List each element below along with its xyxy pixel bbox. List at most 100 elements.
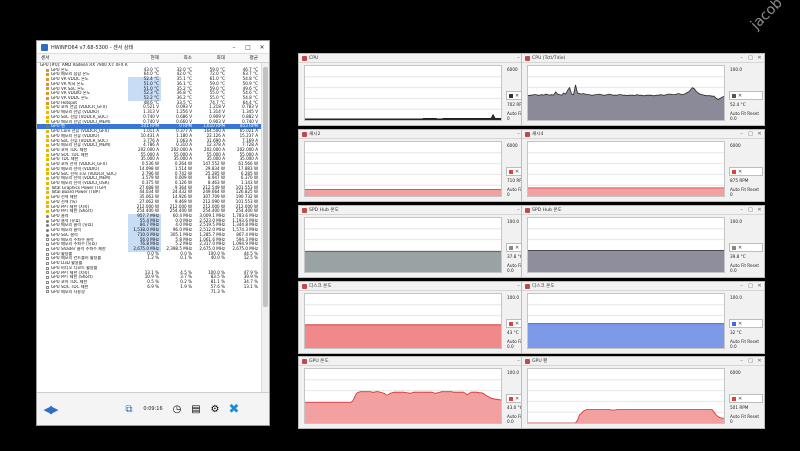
- gauge-icon: [46, 290, 49, 294]
- graph-max: 100.0: [730, 67, 742, 72]
- maximize-icon[interactable]: □: [746, 283, 755, 289]
- series-swatch[interactable]: [509, 169, 513, 174]
- navigate-arrows-icon[interactable]: ◀▶: [39, 401, 61, 417]
- sensor-list[interactable]: GPU [#0]: AMD Radeon RX 7900 XT: XFX RX …: [37, 63, 262, 393]
- graph-app-icon: [525, 283, 530, 289]
- maximize-icon[interactable]: □: [746, 358, 755, 364]
- series-swatch[interactable]: [509, 93, 513, 98]
- graph-svg: [305, 379, 501, 423]
- graph-titlebar[interactable]: 섀시4 – □ ✕: [522, 130, 764, 139]
- col-max[interactable]: 최대: [194, 54, 227, 62]
- clock-icon[interactable]: ◷: [169, 401, 185, 417]
- vertical-scrollbar[interactable]: [261, 63, 269, 393]
- minimize-icon[interactable]: –: [737, 207, 746, 213]
- graph-app-icon: [525, 55, 530, 61]
- color-picker[interactable]: ✕: [729, 394, 763, 403]
- graph-panel: CPU–□✕6000✕702 RPMAuto Fit Reset0: [298, 53, 542, 126]
- remove-icon[interactable]: ✕: [738, 321, 742, 327]
- settings-icon[interactable]: ⚙: [207, 401, 223, 417]
- graph-titlebar[interactable]: 디스크 온도–□✕: [299, 282, 541, 291]
- graph-titlebar[interactable]: SPD Hub 온도–□✕: [522, 206, 764, 215]
- col-sensor[interactable]: 센서: [37, 54, 128, 62]
- graph-max: 6000: [507, 143, 518, 148]
- column-header: 센서 현재 최소 최대 평균: [37, 54, 269, 63]
- gauge-icon: [46, 243, 49, 247]
- window-titlebar[interactable]: HWiNFO64 v7.68-5300 - 센서 상태 – □ ✕: [37, 41, 269, 54]
- voltage-icon: [46, 172, 49, 176]
- graph-titlebar[interactable]: GPU 온도–□✕: [299, 357, 541, 366]
- col-min[interactable]: 최소: [161, 54, 194, 62]
- graph-title: 디스크 온도: [309, 284, 332, 289]
- series-swatch[interactable]: [732, 93, 736, 98]
- graph-plot: [527, 65, 725, 121]
- graph-titlebar[interactable]: 디스크 온도 –□✕: [522, 282, 764, 291]
- gauge-icon: [46, 238, 49, 242]
- network-icon[interactable]: ⧉: [121, 401, 137, 417]
- gauge-icon: [46, 276, 49, 280]
- voltage-icon: [46, 120, 49, 124]
- color-picker[interactable]: ✕: [729, 167, 763, 176]
- color-picker[interactable]: ✕: [729, 243, 763, 252]
- gauge-icon: [46, 262, 49, 266]
- graph-max: 100.0: [507, 295, 519, 300]
- close-icon[interactable]: ✕: [255, 44, 269, 51]
- graph-titlebar[interactable]: GPU 팬 – □ ✕: [522, 357, 764, 366]
- series-swatch[interactable]: [509, 321, 513, 326]
- remove-icon[interactable]: ✕: [738, 245, 742, 251]
- series-swatch[interactable]: [732, 245, 736, 250]
- value-current: [128, 290, 161, 295]
- series-swatch[interactable]: [509, 245, 513, 250]
- sensor-row[interactable]: GPU 메모리 사용량 71.3 %: [37, 289, 262, 295]
- remove-icon[interactable]: ✕: [738, 93, 742, 99]
- remove-icon[interactable]: ✕: [515, 245, 519, 251]
- series-swatch[interactable]: [732, 321, 736, 326]
- graph-titlebar[interactable]: SPD Hub 온도–□✕: [299, 206, 541, 215]
- col-current[interactable]: 현재: [128, 54, 161, 62]
- color-picker[interactable]: ✕: [729, 91, 763, 100]
- remove-icon[interactable]: ✕: [738, 396, 742, 402]
- series-area: [305, 324, 501, 348]
- autofit-reset-buttons[interactable]: Auto Fit Reset: [730, 187, 759, 192]
- graph-sidebar: 100.0 ✕ 32 °C Auto Fit Reset 0.0: [728, 293, 764, 349]
- remove-icon[interactable]: ✕: [515, 169, 519, 175]
- remove-icon[interactable]: ✕: [515, 93, 519, 99]
- maximize-icon[interactable]: □: [241, 44, 255, 51]
- thermometer-icon: [46, 78, 49, 82]
- remove-icon[interactable]: ✕: [738, 169, 742, 175]
- close-sensors-icon[interactable]: ✖: [226, 401, 242, 417]
- minimize-icon[interactable]: –: [737, 55, 746, 61]
- graph-svg: [305, 76, 501, 120]
- report-icon[interactable]: ▤: [188, 401, 204, 417]
- series-swatch[interactable]: [732, 396, 736, 401]
- color-picker[interactable]: ✕: [729, 319, 763, 328]
- graph-current: 875 RPM: [730, 178, 749, 183]
- remove-icon[interactable]: ✕: [515, 396, 519, 402]
- minimize-icon[interactable]: –: [737, 358, 746, 364]
- close-icon[interactable]: ✕: [755, 358, 764, 364]
- close-icon[interactable]: ✕: [755, 207, 764, 213]
- scrollbar-thumb[interactable]: [263, 67, 268, 307]
- remove-icon[interactable]: ✕: [515, 321, 519, 327]
- graph-titlebar[interactable]: CPU–□✕: [299, 54, 541, 63]
- graph-svg: [305, 152, 501, 196]
- close-icon[interactable]: ✕: [755, 283, 764, 289]
- series-swatch[interactable]: [732, 169, 736, 174]
- col-avg[interactable]: 평균: [227, 54, 260, 62]
- graph-titlebar[interactable]: CPU (Tctl/Tdie) – □ ✕: [522, 54, 764, 63]
- maximize-icon[interactable]: □: [746, 55, 755, 61]
- minimize-icon[interactable]: –: [227, 44, 241, 51]
- voltage-icon: [46, 148, 49, 152]
- close-icon[interactable]: ✕: [755, 55, 764, 61]
- graph-title: 디스크 온도: [532, 284, 555, 289]
- minimize-icon[interactable]: –: [737, 131, 746, 137]
- close-icon[interactable]: ✕: [755, 131, 764, 137]
- graph-min: 0.0: [507, 344, 514, 349]
- autofit-reset-buttons[interactable]: Auto Fit Reset: [730, 414, 759, 419]
- minimize-icon[interactable]: –: [737, 283, 746, 289]
- series-swatch[interactable]: [509, 396, 513, 401]
- graph-sidebar: 6000 ✕ 875 RPM Auto Fit Reset 0: [728, 141, 764, 197]
- maximize-icon[interactable]: □: [746, 131, 755, 137]
- maximize-icon[interactable]: □: [746, 207, 755, 213]
- voltage-icon: [46, 144, 49, 148]
- graph-titlebar[interactable]: 섀시2–□✕: [299, 130, 541, 139]
